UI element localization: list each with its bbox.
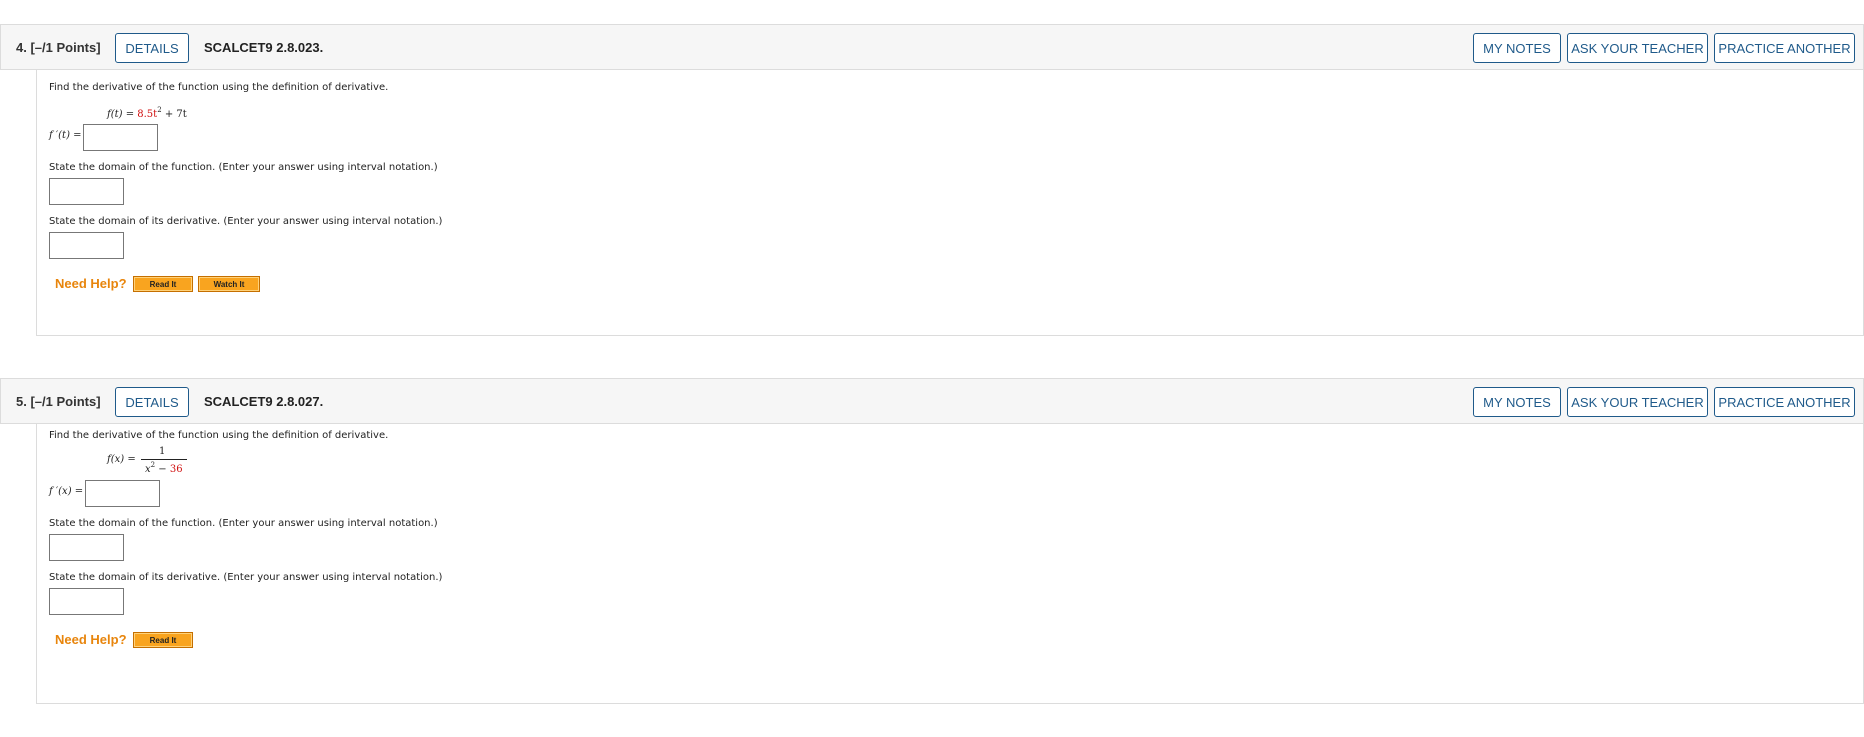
derivative-label: f ′(t) = [49,130,82,141]
domain-derivative-input[interactable] [49,232,124,259]
domain-function-prompt: State the domain of the function. (Enter… [49,162,438,173]
read-it-button[interactable]: Read It [133,276,193,292]
read-it-button[interactable]: Read It [133,632,193,648]
question-points: 4. [–/1 Points] [16,40,101,55]
question-reference: SCALCET9 2.8.027. [204,394,324,409]
domain-derivative-input[interactable] [49,588,124,615]
derivative-label: f ′(x) = [49,486,84,497]
practice-another-button[interactable]: PRACTICE ANOTHER [1714,33,1855,63]
points-label: [–/1 Points] [30,40,101,55]
need-help-label: Need Help? [55,632,127,647]
points-label: [–/1 Points] [30,394,101,409]
question-number: 5. [16,394,27,409]
fraction-numerator: 1 [159,446,166,457]
question-points: 5. [–/1 Points] [16,394,101,409]
domain-function-prompt: State the domain of the function. (Enter… [49,518,438,529]
question-prompt: Find the derivative of the function usin… [49,430,389,441]
question-reference: SCALCET9 2.8.023. [204,40,324,55]
my-notes-button[interactable]: MY NOTES [1473,387,1561,417]
domain-function-input[interactable] [49,534,124,561]
watch-it-button[interactable]: Watch It [198,276,260,292]
function-fraction: 1 x2 − 36 [141,446,187,475]
ask-teacher-button[interactable]: ASK YOUR TEACHER [1567,387,1708,417]
domain-function-input[interactable] [49,178,124,205]
question-body: Find the derivative of the function usin… [36,424,1864,704]
function-expression: f(t) = 8.5t2 + 7t [107,106,187,120]
question-header: 5. [–/1 Points] DETAILS SCALCET9 2.8.027… [0,378,1864,424]
derivative-answer-input[interactable] [83,124,158,151]
practice-another-button[interactable]: PRACTICE ANOTHER [1714,387,1855,417]
fraction-bar [141,459,187,460]
ask-teacher-button[interactable]: ASK YOUR TEACHER [1567,33,1708,63]
my-notes-button[interactable]: MY NOTES [1473,33,1561,63]
question-body: Find the derivative of the function usin… [36,70,1864,336]
details-button[interactable]: DETAILS [115,387,189,417]
details-button[interactable]: DETAILS [115,33,189,63]
function-lhs: f(x) = [107,454,136,465]
domain-derivative-prompt: State the domain of its derivative. (Ent… [49,216,443,227]
need-help-label: Need Help? [55,276,127,291]
question-prompt: Find the derivative of the function usin… [49,82,389,93]
question-header: 4. [–/1 Points] DETAILS SCALCET9 2.8.023… [0,24,1864,70]
derivative-answer-input[interactable] [85,480,160,507]
fraction-denominator: x2 − 36 [145,461,183,475]
domain-derivative-prompt: State the domain of its derivative. (Ent… [49,572,443,583]
question-number: 4. [16,40,27,55]
